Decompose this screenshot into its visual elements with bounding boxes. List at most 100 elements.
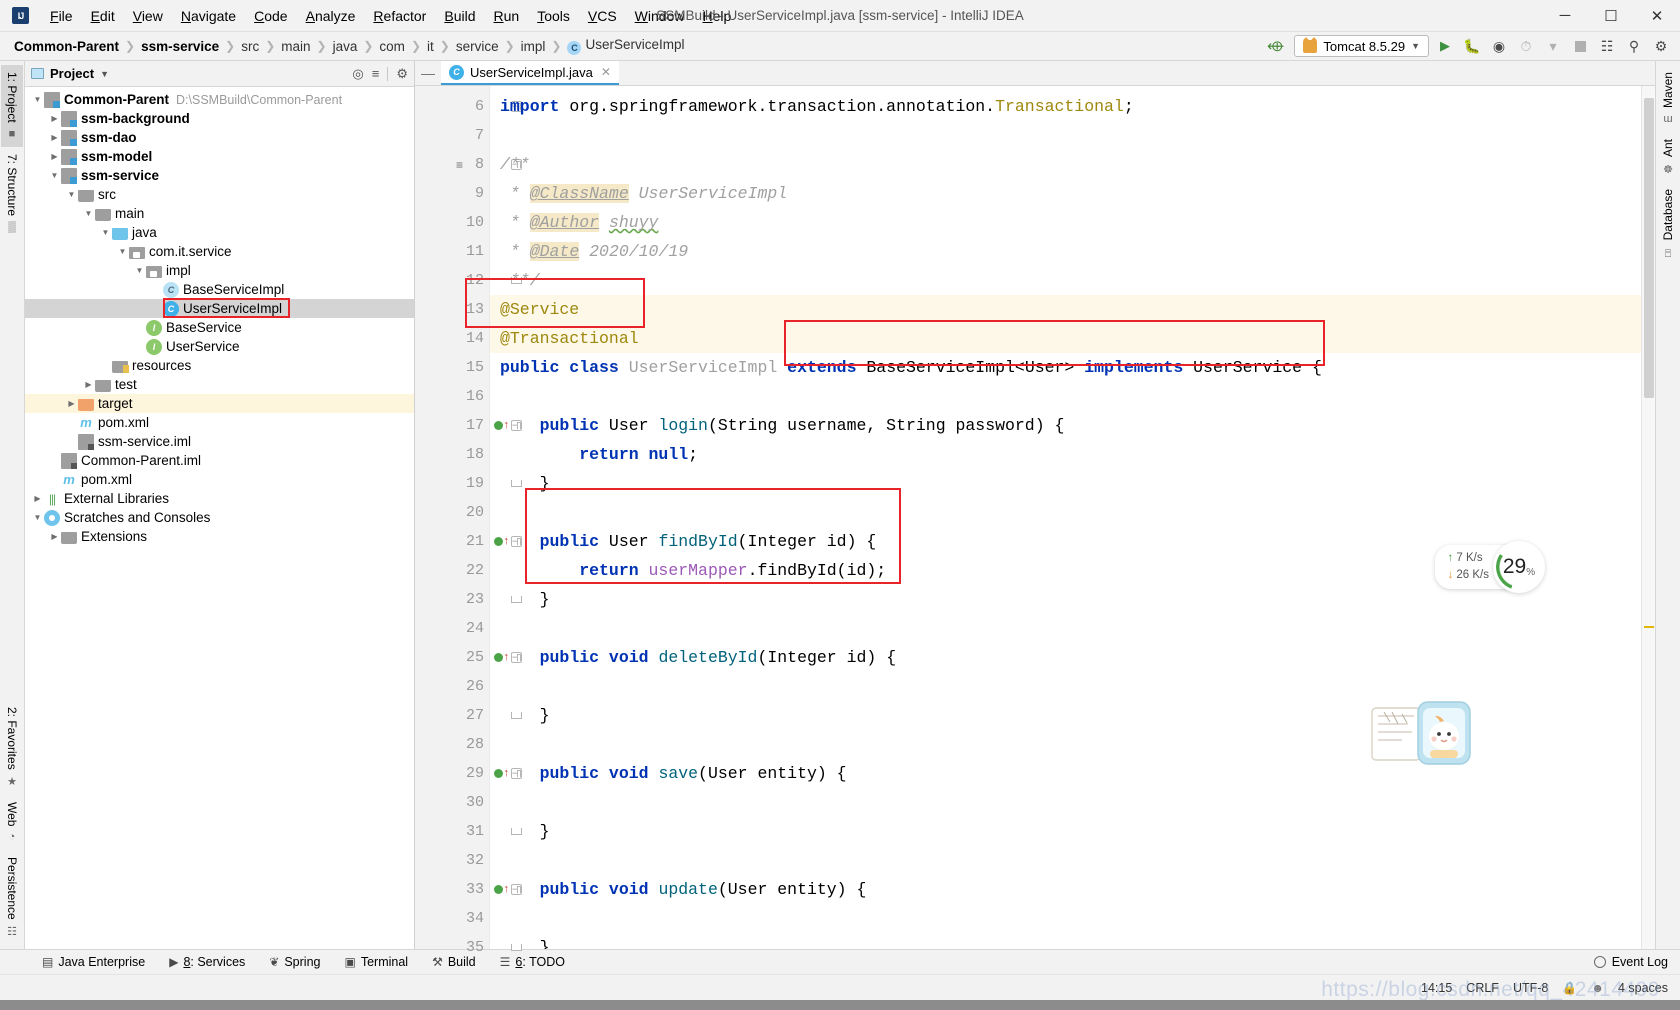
tree-item-pom-xml[interactable]: m pom.xml [25,470,414,489]
breadcrumb-item-ssm-service[interactable]: ssm-service [137,38,223,55]
gutter-line-20[interactable]: 20 [415,498,489,527]
settings-icon[interactable]: ⚙ [1650,35,1672,57]
event-log-button[interactable]: Event Log [1593,955,1668,969]
menu-item-vcs[interactable]: VCS [579,4,626,28]
search-everywhere-icon[interactable]: ⚲ [1623,35,1645,57]
chevron-down-icon[interactable]: ▾ [1542,35,1564,57]
close-icon[interactable]: ✕ [601,65,611,79]
locate-file-icon[interactable]: ◎ [352,66,363,82]
caret-position[interactable]: 14:15 [1421,981,1452,995]
tree-expand-arrow-icon[interactable] [48,152,61,161]
gutter-line-21[interactable]: 21 ↑ − [415,527,522,556]
run-icon[interactable]: ▶ [1434,35,1456,57]
gutter-line-19[interactable]: 19 [415,469,489,498]
tree-expand-arrow-icon[interactable] [82,380,95,389]
tree-item-userservice[interactable]: I UserService [25,337,414,356]
tool-window-button-7-structure[interactable]: 7: Structure ▒ [1,147,23,240]
breadcrumb-item-java[interactable]: java [329,38,362,55]
tool-window-button-ant[interactable]: ☸ Ant [1657,132,1679,182]
gutter-line-9[interactable]: 9 [415,179,489,208]
tree-collapse-arrow-icon[interactable] [99,228,112,237]
breadcrumb-item-it[interactable]: it [423,38,438,55]
bottom-tool-java-enterprise[interactable]: ▤ Java Enterprise [30,953,157,971]
tree-collapse-arrow-icon[interactable] [65,190,78,199]
code-line-33[interactable]: public void update(User entity) { [490,875,1641,904]
gutter-line-33[interactable]: 33 ↑ − [415,875,522,904]
menu-item-analyze[interactable]: Analyze [297,4,365,28]
gutter-line-32[interactable]: 32 [415,846,489,875]
bottom-tool-8-services[interactable]: ▶ 8: Services [157,953,257,971]
breadcrumb-item-main[interactable]: main [277,38,314,55]
code-line-13[interactable]: @Service [490,295,1641,324]
tree-item-common-parent[interactable]: Common-Parent D:\SSMBuild\Common-Parent [25,90,414,109]
menu-item-run[interactable]: Run [484,4,528,28]
code-line-18[interactable]: return null; [490,440,1641,469]
code-line-24[interactable] [490,614,1641,643]
tree-item-src[interactable]: src [25,185,414,204]
project-tree[interactable]: Common-Parent D:\SSMBuild\Common-Parent ss… [25,87,414,949]
code-line-8[interactable]: /** [490,150,1641,179]
code-line-17[interactable]: public User login(String username, Strin… [490,411,1641,440]
menu-item-help[interactable]: Help [693,4,740,28]
code-line-10[interactable]: * @Author shuyy [490,208,1641,237]
menu-item-file[interactable]: File [41,4,82,28]
tree-item-ssm-dao[interactable]: ssm-dao [25,128,414,147]
tree-item-scratches-and-consoles[interactable]: Scratches and Consoles [25,508,414,527]
code-line-9[interactable]: * @ClassName UserServiceImpl [490,179,1641,208]
tool-window-button-2-favorites[interactable]: 2: Favorites ★ [1,700,23,795]
tool-window-button-web[interactable]: Web ◔ [1,795,23,850]
tree-item-baseserviceimpl[interactable]: C BaseServiceImpl [25,280,414,299]
gutter-line-23[interactable]: 23 [415,585,489,614]
code-line-19[interactable]: } [490,469,1641,498]
close-button[interactable]: ✕ [1634,0,1680,32]
gutter-line-28[interactable]: 28 [415,730,489,759]
tool-window-button-1-project[interactable]: 1: Project ■ [1,65,23,147]
breadcrumb-item-src[interactable]: src [237,38,263,55]
code-line-30[interactable] [490,788,1641,817]
menu-item-edit[interactable]: Edit [82,4,124,28]
editor-gutter[interactable]: 6−7≡8−910111213−14−151617↑−18192021↑−222… [415,86,522,956]
breadcrumb-item-impl[interactable]: impl [517,38,550,55]
tree-expand-arrow-icon[interactable] [48,532,61,541]
gutter-line-8[interactable]: ≡ 8− [415,150,522,179]
profiler-icon[interactable]: ⏱ [1515,35,1537,57]
gutter-line-30[interactable]: 30 [415,788,489,817]
bottom-tool-6-todo[interactable]: ☰ 6: TODO [488,953,577,971]
tree-item-test[interactable]: test [25,375,414,394]
tree-item-resources[interactable]: resources [25,356,414,375]
tree-item-java[interactable]: java [25,223,414,242]
code-line-16[interactable] [490,382,1641,411]
gutter-line-14[interactable]: 14− [415,324,522,353]
gutter-line-18[interactable]: 18 [415,440,489,469]
chevron-down-icon[interactable]: ▼ [100,69,109,79]
tool-window-button-database[interactable]: ⌸ Database [1657,182,1679,265]
tree-item-common-parent-iml[interactable]: Common-Parent.iml [25,451,414,470]
gutter-line-26[interactable]: 26 [415,672,489,701]
read-only-lock-icon[interactable]: 🔒 [1562,981,1577,995]
breadcrumb-item-service[interactable]: service [452,38,503,55]
gutter-line-35[interactable]: 35 [415,933,489,962]
menu-item-build[interactable]: Build [435,4,484,28]
code-line-15[interactable]: public class UserServiceImpl extends Bas… [490,353,1641,382]
tree-collapse-arrow-icon[interactable] [31,95,44,104]
debug-icon[interactable]: 🐛 [1461,35,1483,57]
run-with-coverage-icon[interactable]: ◉ [1488,35,1510,57]
gutter-line-25[interactable]: 25 ↑ − [415,643,522,672]
tree-item-baseservice[interactable]: I BaseService [25,318,414,337]
tree-expand-arrow-icon[interactable] [65,399,78,408]
code-editor[interactable]: import org.springframework.transaction.a… [490,86,1641,949]
code-line-6[interactable]: import org.springframework.transaction.a… [490,92,1641,121]
tree-expand-arrow-icon[interactable] [48,114,61,123]
code-line-25[interactable]: public void deleteById(Integer id) { [490,643,1641,672]
gutter-line-13[interactable]: 13− [415,295,522,324]
tree-item-ssm-service[interactable]: ssm-service [25,166,414,185]
gutter-line-12[interactable]: 12 [415,266,489,295]
tree-collapse-arrow-icon[interactable] [82,209,95,218]
hammer-icon[interactable]: ⟴ [1262,37,1289,55]
code-line-35[interactable]: } [490,933,1641,949]
code-line-34[interactable] [490,904,1641,933]
breadcrumb-item-com[interactable]: com [375,38,409,55]
tool-window-button-persistence[interactable]: Persistence ☷ [1,850,23,945]
gutter-line-27[interactable]: 27 [415,701,489,730]
code-line-11[interactable]: * @Date 2020/10/19 [490,237,1641,266]
